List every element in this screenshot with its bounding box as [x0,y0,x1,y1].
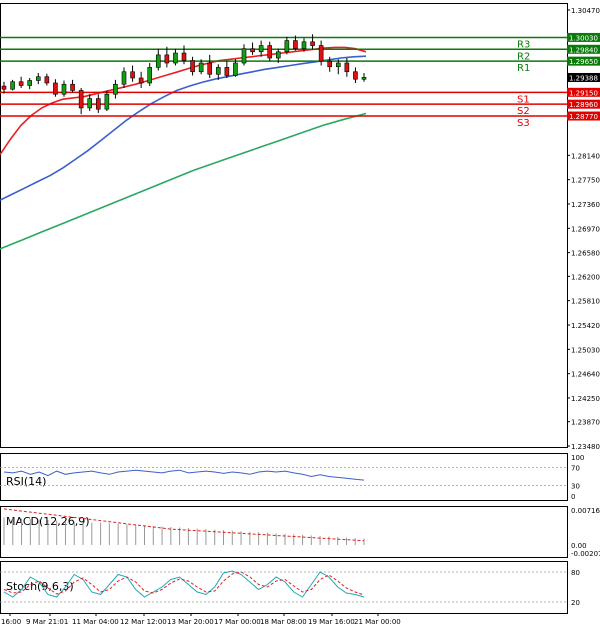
candle-body [10,81,15,90]
candle-body [44,76,50,84]
x-tick-label: 17 Mar 00:00 [214,618,261,626]
y-tick-label: 1.23870 [571,419,600,427]
candle-body [215,67,221,75]
level-name-s3: S3 [517,118,530,129]
y-tick-label: 1.27750 [571,177,600,185]
stoch-tick-label: 20 [571,599,580,607]
y-tick-label: 1.26970 [571,225,600,233]
level-tag-label: 1.29650 [569,58,598,66]
y-tick-label: 1.25030 [571,346,600,354]
candle-body [27,80,33,86]
candle-body [190,60,195,73]
y-tick-label: 1.24250 [571,395,600,403]
y-tick-label: 1.23480 [571,443,600,451]
y-tick-label: 1.30470 [571,7,600,15]
candle-body [70,83,75,91]
candle-body [121,71,127,85]
x-tick-label: 16:00 [1,618,21,626]
candle-body [224,67,230,76]
rsi-tick-label: 0 [571,493,575,501]
candle-body [155,54,161,68]
x-tick-label: 19 Mar 16:00 [308,618,355,626]
y-tick-label: 1.25420 [571,322,600,330]
candle-body [275,51,281,59]
candle-body [361,77,367,80]
candle-body [61,83,67,95]
candle-body [164,54,170,64]
candle-body [181,52,187,61]
x-tick-label: 9 Mar 21:01 [26,618,68,626]
macd-tick-label: -0.002074 [571,550,600,558]
candle-body [87,98,93,109]
y-tick-label: 1.27360 [571,201,600,209]
y-tick-label: 1.28140 [571,152,600,160]
y-tick-label: 1.24640 [571,371,600,379]
candle-body [78,90,84,109]
x-tick-label: 21 Mar 00:00 [354,618,401,626]
candle-body [267,45,273,59]
candle-body [258,45,264,53]
candle-body [318,45,324,62]
candle-body [327,60,333,68]
macd-tick-label: 0.007166 [571,507,600,515]
x-tick-label: 18 Mar 08:00 [260,618,307,626]
x-tick-label: 12 Mar 12:00 [120,618,167,626]
candle-body [344,62,350,73]
candle-body [35,76,41,81]
candle-body [310,41,315,46]
candle-body [293,40,298,49]
y-tick-label: 1.26580 [571,250,600,258]
candle-body [233,62,238,76]
candle-body [284,40,290,53]
rsi-tick-label: 30 [571,483,580,491]
level-tag-label: 1.28770 [569,113,598,121]
candle-body [18,81,24,86]
x-tick-label: 13 Mar 20:00 [167,618,214,626]
candle-body [104,93,110,110]
candle-body [53,82,58,95]
candle-body [138,77,144,84]
level-name-r1: R1 [517,63,530,74]
rsi-label: RSI(14) [6,475,46,488]
level-tag-label: 1.28960 [569,101,598,109]
candle-body [250,48,255,53]
y-tick-label: 1.26200 [571,273,600,281]
candle-body [1,85,7,90]
x-tick-label: 11 Mar 04:00 [72,618,119,626]
candle-body [130,71,135,79]
candle-body [335,62,341,68]
candle-body [207,62,213,75]
candle-body [147,67,153,84]
macd-tick-label: 0.00 [571,542,587,550]
candle-body [113,83,118,95]
candle-body [353,71,358,80]
level-tag-label: 1.30030 [569,34,598,42]
rsi-tick-label: 70 [571,465,580,473]
y-tick-label: 1.25810 [571,298,600,306]
candle-body [173,52,178,64]
rsi-tick-label: 100 [571,454,584,462]
level-tag-label: 1.29840 [569,46,598,54]
level-tag-label: 1.29150 [569,89,598,97]
chart-canvas: 1.30470 1.28140 1.27750 1.27360 1.26970 1.265… [0,0,600,631]
candle-body [301,41,307,49]
candle-body [95,98,101,110]
current-price-label: 1.29388 [569,74,598,82]
candle-body [198,62,204,73]
stoch-tick-label: 80 [571,569,580,577]
candle-body [241,48,247,64]
